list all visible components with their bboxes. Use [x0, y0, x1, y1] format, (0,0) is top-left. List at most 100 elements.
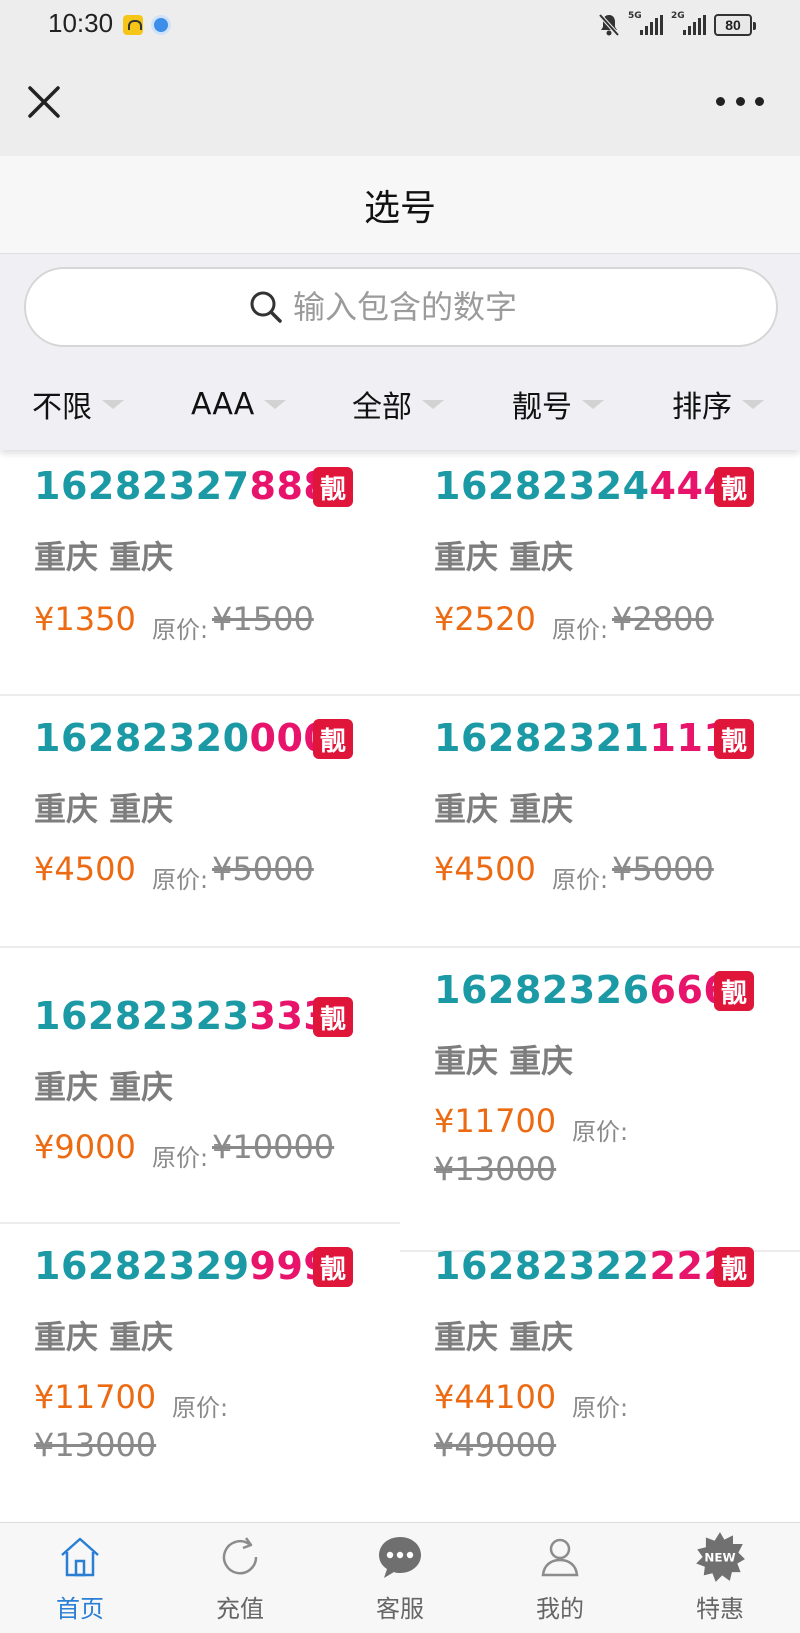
filter-region[interactable]: 不限	[32, 374, 124, 434]
price: ¥1350	[34, 600, 136, 638]
close-icon	[28, 86, 60, 118]
filter-label: 全部	[352, 390, 412, 425]
search-input[interactable]	[293, 288, 553, 326]
filter-label: 不限	[32, 390, 92, 425]
original-price-label: 原价:	[152, 866, 209, 894]
tab-recharge[interactable]: 充值	[160, 1523, 320, 1633]
number-card[interactable]: 16282323333 靓 重庆 重庆 ¥9000 原价: ¥10000	[0, 948, 400, 1222]
original-price-label: 原价:	[172, 1394, 229, 1422]
premium-badge: 靓	[714, 1247, 754, 1287]
chevron-down-icon	[582, 399, 604, 409]
filter-pattern[interactable]: AAA	[191, 374, 287, 434]
region: 重庆 重庆	[34, 538, 174, 576]
original-price: ¥1500	[212, 600, 314, 638]
filter-label: 靓号	[512, 390, 572, 425]
number-card[interactable]: 16282324444 靓 重庆 重庆 ¥2520 原价: ¥2800	[400, 450, 800, 694]
tab-mine[interactable]: 我的	[480, 1523, 640, 1633]
status-bar: 10:30 5G 2G 80	[0, 0, 800, 50]
phone-number: 16282323333	[34, 994, 331, 1038]
number-card[interactable]: 16282320000 靓 重庆 重庆 ¥4500 原价: ¥5000	[0, 696, 400, 946]
tab-label: 我的	[536, 1595, 584, 1623]
premium-badge: 靓	[714, 467, 754, 507]
tab-special-offer[interactable]: NEW 特惠	[640, 1523, 800, 1633]
original-price: ¥2800	[612, 600, 714, 638]
price: ¥2520	[434, 600, 536, 638]
number-card[interactable]: 16282329999 靓 重庆 重庆 ¥11700 原价: ¥13000	[0, 1224, 400, 1522]
bottom-tab-bar: 首页 充值 客服 我的 NEW 特惠	[0, 1522, 800, 1633]
original-price: ¥13000	[34, 1426, 157, 1464]
filter-sort[interactable]: 排序	[672, 374, 764, 434]
original-price: ¥49000	[434, 1426, 557, 1464]
new-badge-text: NEW	[704, 1550, 735, 1564]
chevron-down-icon	[742, 399, 764, 409]
number-card[interactable]: 16282327888 靓 重庆 重庆 ¥1350 原价: ¥1500	[0, 450, 400, 694]
page-title: 选号	[363, 187, 436, 229]
more-button[interactable]	[716, 88, 764, 114]
original-price: ¥10000	[212, 1128, 335, 1166]
region: 重庆 重庆	[34, 1318, 174, 1356]
filter-price-range[interactable]: 全部	[352, 374, 444, 434]
original-price-label: 原价:	[572, 1118, 629, 1146]
original-price: ¥13000	[434, 1150, 557, 1188]
home-icon	[61, 1537, 99, 1577]
original-price-label: 原价:	[152, 616, 209, 644]
new-badge-icon: NEW	[696, 1532, 745, 1582]
original-price: ¥5000	[612, 850, 714, 888]
tab-label: 特惠	[696, 1595, 744, 1623]
price: ¥4500	[34, 850, 136, 888]
close-button[interactable]	[22, 80, 66, 124]
premium-badge: 靓	[313, 997, 353, 1037]
signal-2g-icon: 2G	[671, 11, 706, 35]
price: ¥4500	[434, 850, 536, 888]
signal-5g-icon: 5G	[628, 11, 663, 35]
filter-label: AAA	[191, 386, 255, 422]
search-box[interactable]	[24, 267, 778, 347]
chevron-down-icon	[264, 399, 287, 409]
region: 重庆 重庆	[434, 1042, 574, 1080]
chevron-down-icon	[422, 399, 444, 409]
price: ¥11700	[434, 1102, 557, 1140]
chevron-down-icon	[102, 399, 124, 409]
refresh-icon	[222, 1537, 258, 1575]
premium-badge: 靓	[313, 719, 353, 759]
mini-program-bar	[0, 50, 800, 156]
tab-customer-service[interactable]: 客服	[320, 1523, 480, 1633]
more-dots-icon	[716, 96, 725, 106]
filter-label: 排序	[672, 390, 732, 425]
phone-number: 16282321111	[434, 716, 731, 760]
page-header: 选号	[0, 156, 800, 254]
search-icon	[250, 291, 282, 323]
premium-badge: 靓	[714, 719, 754, 759]
number-card[interactable]: 16282321111 靓 重庆 重庆 ¥4500 原价: ¥5000	[400, 696, 800, 946]
premium-badge: 靓	[313, 1247, 353, 1287]
price: ¥44100	[434, 1378, 557, 1416]
number-card[interactable]: 16282326666 靓 重庆 重庆 ¥11700 原价: ¥13000	[400, 948, 800, 1250]
status-indicators: 5G 2G 80	[598, 11, 756, 38]
phone-number: 16282326666	[434, 968, 731, 1012]
status-time: 10:30	[48, 8, 114, 38]
region: 重庆 重庆	[434, 1318, 574, 1356]
number-card[interactable]: 16282322222 靓 重庆 重庆 ¥44100 原价: ¥49000	[400, 1244, 800, 1522]
price: ¥9000	[34, 1128, 136, 1166]
filter-type[interactable]: 靓号	[512, 374, 604, 434]
bell-muted-icon	[598, 13, 620, 37]
tab-home[interactable]: 首页	[0, 1523, 160, 1633]
original-price-label: 原价:	[572, 1394, 629, 1422]
phone-number: 16282329999	[34, 1244, 331, 1288]
phone-number: 16282324444	[434, 464, 731, 508]
original-price: ¥5000	[212, 850, 314, 888]
original-price-label: 原价:	[552, 616, 609, 644]
number-list: 16282327888 靓 重庆 重庆 ¥1350 原价: ¥1500 1628…	[0, 450, 800, 1522]
tab-label: 客服	[376, 1595, 424, 1623]
premium-badge: 靓	[714, 971, 754, 1011]
original-price-label: 原价:	[152, 1144, 209, 1172]
region: 重庆 重庆	[34, 1068, 174, 1106]
price: ¥11700	[34, 1378, 157, 1416]
phone-number: 16282327888	[34, 464, 331, 508]
user-icon	[541, 1538, 579, 1577]
region: 重庆 重庆	[34, 790, 174, 828]
original-price-label: 原价:	[552, 866, 609, 894]
battery-icon: 80	[714, 14, 756, 36]
notification-browser-icon	[151, 15, 171, 35]
region: 重庆 重庆	[434, 790, 574, 828]
